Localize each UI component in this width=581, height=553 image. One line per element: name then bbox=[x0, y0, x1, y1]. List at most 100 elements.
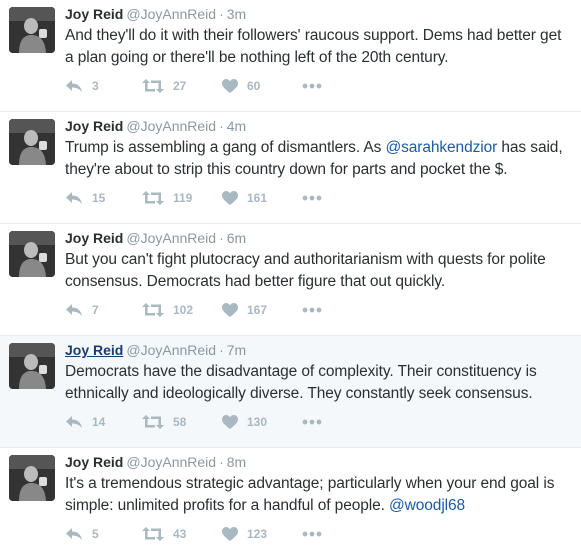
reply-button[interactable]: 15 bbox=[65, 191, 142, 205]
tweet-actions: 15 119 161 bbox=[65, 188, 322, 208]
profile-photo-icon bbox=[9, 455, 55, 501]
reply-button[interactable]: 5 bbox=[65, 527, 142, 541]
like-count: 130 bbox=[247, 415, 268, 429]
more-button[interactable] bbox=[302, 195, 322, 201]
avatar[interactable] bbox=[9, 343, 55, 389]
retweet-icon bbox=[142, 191, 164, 205]
reply-count: 3 bbox=[92, 79, 99, 93]
tweet[interactable]: Joy Reid @JoyAnnReid · 4m Trump is assembli… bbox=[0, 112, 581, 224]
retweet-button[interactable]: 27 bbox=[142, 79, 222, 93]
like-button[interactable]: 161 bbox=[222, 191, 302, 205]
author-name[interactable]: Joy Reid bbox=[65, 6, 123, 22]
more-dots-icon bbox=[302, 83, 322, 89]
author-handle[interactable]: @JoyAnnReid bbox=[126, 342, 216, 358]
tweet-actions: 7 102 167 bbox=[65, 300, 322, 320]
reply-count: 7 bbox=[92, 303, 99, 317]
separator-dot: · bbox=[219, 118, 224, 134]
mention-link[interactable]: @sarahkendzior bbox=[385, 139, 497, 156]
retweet-count: 43 bbox=[173, 527, 187, 541]
like-count: 60 bbox=[247, 79, 261, 93]
separator-dot: · bbox=[219, 6, 224, 22]
reply-button[interactable]: 3 bbox=[65, 79, 142, 93]
reply-count: 15 bbox=[92, 191, 106, 205]
author-name[interactable]: Joy Reid bbox=[65, 230, 123, 246]
reply-icon bbox=[66, 80, 82, 92]
retweet-count: 27 bbox=[173, 79, 187, 93]
tweet-text: Democrats have the disadvantage of compl… bbox=[65, 361, 573, 405]
retweet-button[interactable]: 58 bbox=[142, 415, 222, 429]
author-handle[interactable]: @JoyAnnReid bbox=[126, 6, 216, 22]
author-name[interactable]: Joy Reid bbox=[65, 342, 123, 358]
tweet-actions: 14 58 130 bbox=[65, 412, 322, 432]
tweet-hovered[interactable]: Joy Reid @JoyAnnReid · 7m Democrats have th… bbox=[0, 336, 581, 448]
author-handle[interactable]: @JoyAnnReid bbox=[126, 230, 216, 246]
reply-icon bbox=[66, 304, 82, 316]
tweet[interactable]: Joy Reid @JoyAnnReid · 8m It's a tremendous… bbox=[0, 448, 581, 553]
like-button[interactable]: 123 bbox=[222, 527, 302, 541]
avatar[interactable] bbox=[9, 455, 55, 501]
like-button[interactable]: 60 bbox=[222, 79, 302, 93]
heart-icon bbox=[222, 415, 238, 429]
retweet-button[interactable]: 102 bbox=[142, 303, 222, 317]
retweet-button[interactable]: 119 bbox=[142, 191, 222, 205]
tweet-text-segment: And they'll do it with their followers' … bbox=[65, 27, 562, 66]
heart-icon bbox=[222, 303, 238, 317]
more-button[interactable] bbox=[302, 83, 322, 89]
profile-photo-icon bbox=[9, 231, 55, 277]
avatar[interactable] bbox=[9, 7, 55, 53]
tweet-timestamp[interactable]: 4m bbox=[227, 118, 246, 134]
tweet-text: Trump is assembling a gang of dismantler… bbox=[65, 137, 573, 181]
retweet-button[interactable]: 43 bbox=[142, 527, 222, 541]
tweet[interactable]: Joy Reid @JoyAnnReid · 3m And they'll do it… bbox=[0, 0, 581, 112]
reply-count: 14 bbox=[92, 415, 106, 429]
retweet-icon bbox=[142, 303, 164, 317]
more-dots-icon bbox=[302, 419, 322, 425]
author-handle[interactable]: @JoyAnnReid bbox=[126, 454, 216, 470]
separator-dot: · bbox=[219, 454, 224, 470]
like-count: 123 bbox=[247, 527, 268, 541]
avatar[interactable] bbox=[9, 119, 55, 165]
heart-icon bbox=[222, 191, 238, 205]
heart-icon bbox=[222, 79, 238, 93]
reply-button[interactable]: 7 bbox=[65, 303, 142, 317]
mention-link[interactable]: @woodjl68 bbox=[389, 497, 465, 514]
author-name[interactable]: Joy Reid bbox=[65, 454, 123, 470]
tweet-actions: 3 27 60 bbox=[65, 76, 322, 96]
author-handle[interactable]: @JoyAnnReid bbox=[126, 118, 216, 134]
like-count: 167 bbox=[247, 303, 268, 317]
author-name[interactable]: Joy Reid bbox=[65, 118, 123, 134]
profile-photo-icon bbox=[9, 343, 55, 389]
avatar[interactable] bbox=[9, 231, 55, 277]
more-button[interactable] bbox=[302, 531, 322, 537]
tweet-text: It's a tremendous strategic advantage; p… bbox=[65, 473, 573, 517]
timeline: Joy Reid @JoyAnnReid · 3m And they'll do it… bbox=[0, 0, 581, 553]
more-dots-icon bbox=[302, 307, 322, 313]
reply-icon bbox=[66, 192, 82, 204]
like-button[interactable]: 167 bbox=[222, 303, 302, 317]
like-button[interactable]: 130 bbox=[222, 415, 302, 429]
reply-button[interactable]: 14 bbox=[65, 415, 142, 429]
reply-icon bbox=[66, 416, 82, 428]
tweet-text-segment: Trump is assembling a gang of dismantler… bbox=[65, 139, 386, 156]
separator-dot: · bbox=[219, 230, 224, 246]
tweet-text-segment: It's a tremendous strategic advantage; p… bbox=[65, 475, 555, 514]
tweet-text-segment: But you can't fight plutocracy and autho… bbox=[65, 251, 546, 290]
more-button[interactable] bbox=[302, 419, 322, 425]
profile-photo-icon bbox=[9, 119, 55, 165]
reply-count: 5 bbox=[92, 527, 99, 541]
more-dots-icon bbox=[302, 195, 322, 201]
tweet-timestamp[interactable]: 6m bbox=[227, 230, 246, 246]
more-button[interactable] bbox=[302, 307, 322, 313]
tweet-timestamp[interactable]: 3m bbox=[227, 6, 246, 22]
separator-dot: · bbox=[219, 342, 224, 358]
tweet-text: And they'll do it with their followers' … bbox=[65, 25, 573, 69]
retweet-count: 119 bbox=[173, 191, 193, 205]
tweet-timestamp[interactable]: 7m bbox=[227, 342, 246, 358]
like-count: 161 bbox=[247, 191, 268, 205]
tweet-text: But you can't fight plutocracy and autho… bbox=[65, 249, 573, 293]
tweet[interactable]: Joy Reid @JoyAnnReid · 6m But you can't fig… bbox=[0, 224, 581, 336]
profile-photo-icon bbox=[9, 7, 55, 53]
retweet-count: 102 bbox=[173, 303, 194, 317]
retweet-icon bbox=[142, 527, 164, 541]
tweet-timestamp[interactable]: 8m bbox=[227, 454, 246, 470]
